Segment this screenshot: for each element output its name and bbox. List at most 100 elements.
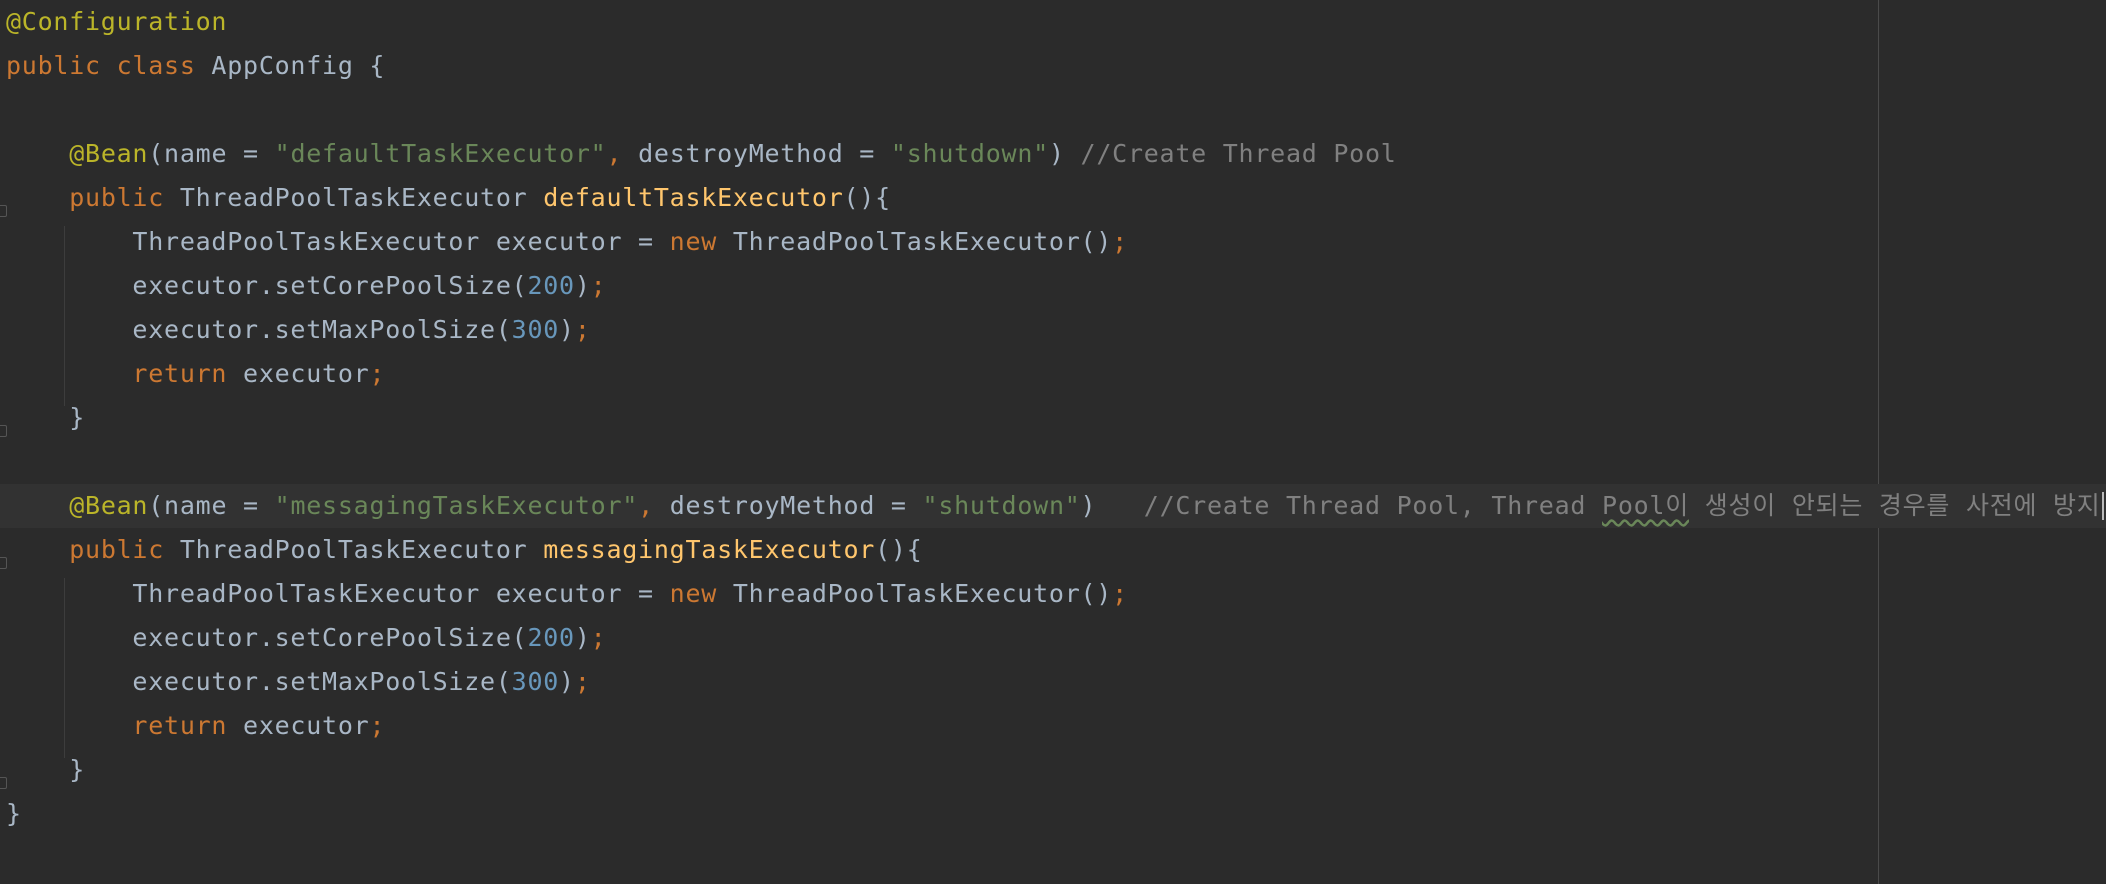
- code-token-keyword: new: [669, 227, 733, 256]
- code-line-text: @Configuration: [6, 6, 227, 38]
- code-line[interactable]: @Bean(name = "messagingTaskExecutor", de…: [0, 484, 2106, 528]
- code-token-plain: ThreadPoolTaskExecutor: [179, 183, 544, 212]
- code-token-number: 200: [527, 271, 575, 300]
- code-line-text: public ThreadPoolTaskExecutor defaultTas…: [6, 182, 891, 214]
- code-token-plain: ): [574, 623, 591, 652]
- code-token-semi: ;: [590, 271, 607, 300]
- code-token-string: "messagingTaskExecutor": [274, 491, 639, 520]
- code-token-string: "shutdown": [922, 491, 1081, 520]
- code-token-plain: (){: [843, 183, 891, 212]
- text-caret: [2101, 492, 2104, 520]
- code-token-plain: ThreadPoolTaskExecutor executor =: [6, 227, 670, 256]
- code-line[interactable]: public ThreadPoolTaskExecutor defaultTas…: [0, 176, 2106, 220]
- code-line-text: }: [6, 402, 85, 434]
- code-token-semi: ;: [1112, 579, 1128, 608]
- code-token-number: 200: [527, 623, 575, 652]
- code-token-semi: ,: [638, 491, 670, 520]
- code-line[interactable]: executor.setMaxPoolSize(300);: [0, 308, 2106, 352]
- code-token-plain: ThreadPoolTaskExecutor: [179, 535, 544, 564]
- code-line-text: }: [6, 798, 22, 830]
- code-editor[interactable]: @Configuration public class AppConfig { @…: [0, 0, 2106, 884]
- code-token-plain: AppConfig {: [211, 51, 386, 80]
- code-line-text: executor.setCorePoolSize(200);: [6, 270, 606, 302]
- code-line[interactable]: @Bean(name = "defaultTaskExecutor", dest…: [0, 132, 2106, 176]
- code-token-keyword: class: [116, 51, 212, 80]
- code-line-text: @Bean(name = "messagingTaskExecutor", de…: [6, 490, 2104, 522]
- code-token-plain: }: [6, 403, 86, 432]
- code-line-text: public class AppConfig {: [6, 50, 385, 82]
- code-token-keyword: public: [6, 51, 117, 80]
- code-line[interactable]: [0, 88, 2106, 132]
- code-token-plain: }: [6, 755, 86, 784]
- code-line[interactable]: }: [0, 396, 2106, 440]
- code-line-text: executor.setMaxPoolSize(300);: [6, 314, 591, 346]
- code-token-plain: ): [574, 271, 591, 300]
- code-token-plain: ThreadPoolTaskExecutor executor =: [6, 579, 670, 608]
- code-token-method: defaultTaskExecutor: [543, 183, 844, 212]
- code-line[interactable]: executor.setCorePoolSize(200);: [0, 616, 2106, 660]
- code-token-plain: executor.setMaxPoolSize(: [6, 667, 512, 696]
- code-token-plain: executor: [243, 711, 370, 740]
- code-line-text: ThreadPoolTaskExecutor executor = new Th…: [6, 578, 1128, 610]
- code-line[interactable]: return executor;: [0, 352, 2106, 396]
- code-token-semi: ;: [574, 667, 591, 696]
- code-line[interactable]: }: [0, 792, 2106, 836]
- code-token-keyword: public: [69, 535, 180, 564]
- code-line[interactable]: [0, 440, 2106, 484]
- code-line[interactable]: executor.setMaxPoolSize(300);: [0, 660, 2106, 704]
- code-token-plain: destroyMethod =: [638, 139, 891, 168]
- code-line-text: return executor;: [6, 358, 385, 390]
- code-token-comment: 생성이 안되는 경우를 사전에 방지: [1688, 491, 2101, 520]
- code-line-text: ThreadPoolTaskExecutor executor = new Th…: [6, 226, 1128, 258]
- code-token-plain: ): [1080, 491, 1144, 520]
- code-line-text: executor.setMaxPoolSize(300);: [6, 666, 591, 698]
- code-token-annotation: @Bean: [69, 139, 149, 168]
- code-token-plain: executor: [243, 359, 370, 388]
- code-token-plain: executor.setCorePoolSize(: [6, 271, 528, 300]
- code-token-keyword: return: [132, 359, 244, 388]
- code-token-plain: }: [6, 799, 22, 828]
- code-token-plain: ): [559, 667, 575, 696]
- code-token-keyword: return: [132, 711, 244, 740]
- code-line[interactable]: ThreadPoolTaskExecutor executor = new Th…: [0, 572, 2106, 616]
- code-token-plain: ThreadPoolTaskExecutor(): [732, 227, 1113, 256]
- code-line[interactable]: @Configuration: [0, 0, 2106, 44]
- code-token-plain: destroyMethod =: [669, 491, 923, 520]
- code-line[interactable]: public class AppConfig {: [0, 44, 2106, 88]
- code-token-semi: ;: [369, 711, 386, 740]
- code-line-text: public ThreadPoolTaskExecutor messagingT…: [6, 534, 923, 566]
- code-token-plain: executor.setCorePoolSize(: [6, 623, 528, 652]
- code-token-keyword: public: [69, 183, 180, 212]
- code-line[interactable]: ThreadPoolTaskExecutor executor = new Th…: [0, 220, 2106, 264]
- code-token-semi: ;: [1112, 227, 1128, 256]
- code-token-plain: ): [1048, 139, 1081, 168]
- code-token-plain: (name =: [148, 139, 275, 168]
- code-token-plain: (name =: [148, 491, 275, 520]
- code-token-semi: ;: [369, 359, 386, 388]
- code-line[interactable]: public ThreadPoolTaskExecutor messagingT…: [0, 528, 2106, 572]
- code-line[interactable]: executor.setCorePoolSize(200);: [0, 264, 2106, 308]
- code-token-plain: ThreadPoolTaskExecutor(): [732, 579, 1113, 608]
- code-line[interactable]: return executor;: [0, 704, 2106, 748]
- code-token-plain: executor.setMaxPoolSize(: [6, 315, 512, 344]
- code-line[interactable]: }: [0, 748, 2106, 792]
- code-token-number: 300: [511, 315, 560, 344]
- code-token-comment: //Create Thread Pool, Thread: [1143, 491, 1603, 520]
- code-line-text: @Bean(name = "defaultTaskExecutor", dest…: [6, 138, 1397, 170]
- code-token-number: 300: [511, 667, 560, 696]
- code-line-text: }: [6, 754, 85, 786]
- code-token-comment: //Create Thread Pool: [1080, 139, 1397, 168]
- code-token-semi: ,: [606, 139, 639, 168]
- code-token-comment: Pool이: [1602, 491, 1689, 520]
- code-token-plain: ): [559, 315, 575, 344]
- code-token-string: "defaultTaskExecutor": [274, 139, 607, 168]
- code-token-semi: ;: [590, 623, 607, 652]
- code-token-semi: ;: [574, 315, 591, 344]
- code-token-string: "shutdown": [890, 139, 1049, 168]
